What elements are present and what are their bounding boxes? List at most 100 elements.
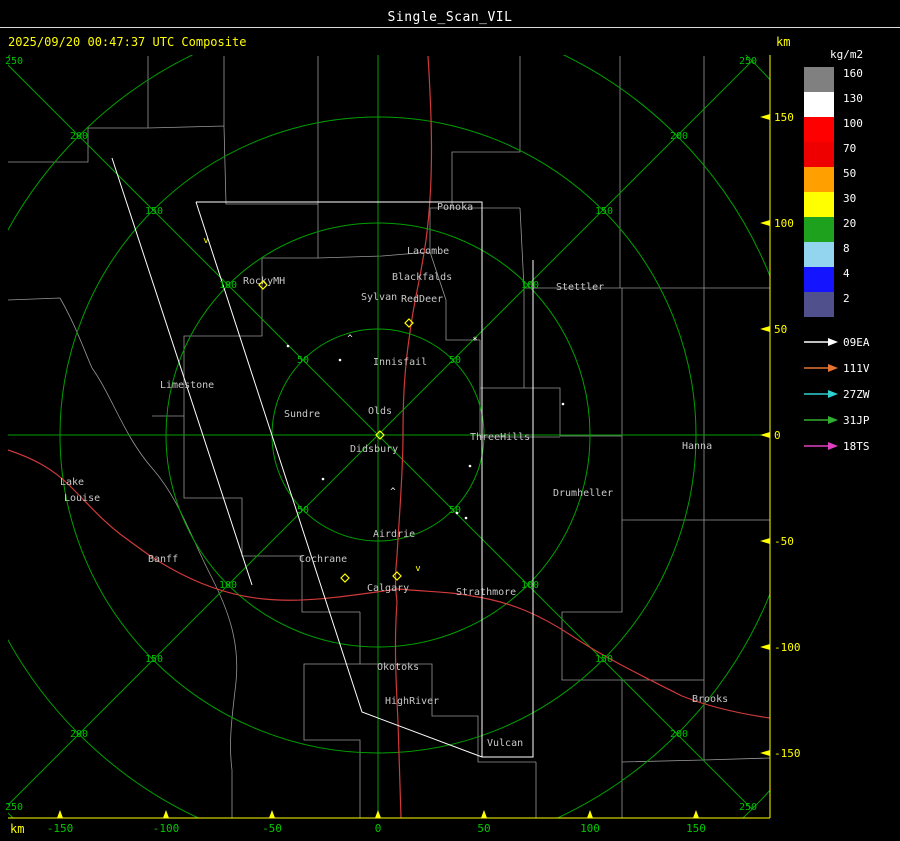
- radar-id-label: 31JP: [843, 413, 870, 427]
- range-ring-label: 50: [449, 355, 461, 366]
- legend-level-row: 70: [804, 142, 898, 167]
- city-label: Drumheller: [553, 488, 613, 499]
- right-axis-tick: [760, 750, 770, 756]
- range-ring-label: 150: [595, 654, 613, 665]
- range-ring-label: 50: [297, 505, 309, 516]
- bottom-axis-tick-label: -50: [262, 822, 282, 835]
- radar-list: 09EA 111V 27ZW 31JP 18TS: [804, 329, 898, 459]
- legend-color-swatch: [804, 167, 834, 192]
- legend-level-row: 2: [804, 292, 898, 317]
- legend-level-value: 8: [843, 242, 850, 255]
- scan-area-outline: [111, 157, 534, 758]
- city-label: Olds: [368, 406, 392, 417]
- radar-legend-row: 09EA: [804, 329, 898, 355]
- station-diamond-marker: [340, 573, 350, 583]
- city-label: Lacombe: [407, 246, 449, 257]
- radar-map-canvas[interactable]: 50 5050 50100 100100 100150 150150 150200 20020…: [0, 0, 900, 841]
- city-label: Calgary: [367, 583, 409, 594]
- radar-legend-row: 31JP: [804, 407, 898, 433]
- city-label: Cochrane: [299, 554, 347, 565]
- legend-color-swatch: [804, 92, 834, 117]
- range-ring-label: 150: [145, 206, 163, 217]
- radar-viewer-window: Single_Scan_VIL 2025/09/20 00:47:37 UTC …: [0, 0, 900, 841]
- city-label: Sylvan: [361, 292, 397, 303]
- right-axis-tick-label: -150: [774, 747, 801, 760]
- legend-panel: kg/m2 160 130 100 70 50 30 20 8 4 2 09EA 111V 27ZW 3…: [804, 48, 898, 459]
- legend-level-value: 20: [843, 217, 857, 230]
- legend-level-value: 70: [843, 142, 857, 155]
- caret-marker: ^: [347, 334, 353, 344]
- right-axis-tick-label: 0: [774, 429, 781, 442]
- city-label: Limestone: [160, 380, 214, 391]
- radar-id-label: 18TS: [843, 439, 870, 453]
- city-label: Vulcan: [487, 738, 523, 749]
- legend-level-row: 8: [804, 242, 898, 267]
- point-marker: [468, 464, 472, 468]
- legend-level-row: 50: [804, 167, 898, 192]
- v-marker: v: [203, 236, 208, 246]
- range-ring-label: 250: [5, 56, 23, 67]
- bottom-axis-tick-label: -150: [47, 822, 74, 835]
- asterisk-marker: *: [472, 336, 477, 346]
- city-label: RedDeer: [401, 294, 443, 305]
- point-marker: [286, 344, 290, 348]
- radar-arrow-icon: [804, 338, 838, 346]
- city-label: Brooks: [692, 694, 728, 705]
- caret-marker: ^: [390, 487, 396, 497]
- city-label: HighRiver: [385, 696, 439, 707]
- range-ring-label: 150: [145, 654, 163, 665]
- city-label: Innisfail: [373, 357, 427, 368]
- city-label: Lake: [60, 477, 84, 488]
- right-axis-tick: [760, 114, 770, 120]
- point-marker: [464, 516, 468, 520]
- right-axis-tick: [760, 326, 770, 332]
- city-label: Blackfalds: [392, 272, 452, 283]
- legend-level-value: 50: [843, 167, 857, 180]
- bottom-axis-tick-label: -100: [153, 822, 180, 835]
- right-axis-tick: [760, 644, 770, 650]
- legend-color-swatch: [804, 292, 834, 317]
- legend-level-value: 2: [843, 292, 850, 305]
- right-axis-tick-label: -100: [774, 641, 801, 654]
- legend-color-swatch: [804, 192, 834, 217]
- city-label: Didsbury: [350, 444, 398, 455]
- radar-legend-row: 111V: [804, 355, 898, 381]
- point-marker: [561, 402, 565, 406]
- legend-level-value: 160: [843, 67, 863, 80]
- city-label: Louise: [64, 493, 100, 504]
- right-axis-tick-label: 50: [774, 323, 787, 336]
- bottom-axis: -150 -100 -50 0 50 100 150: [47, 810, 706, 835]
- point-marker: [455, 511, 459, 515]
- right-axis-tick: [760, 220, 770, 226]
- radar-legend-row: 18TS: [804, 433, 898, 459]
- legend-color-swatch: [804, 117, 834, 142]
- range-ring-label: 200: [70, 131, 88, 142]
- range-rings: [8, 55, 770, 818]
- range-ring-label: 100: [219, 280, 237, 291]
- range-ring-label: 250: [5, 802, 23, 813]
- right-axis-tick-label: 150: [774, 111, 794, 124]
- legend-level-row: 4: [804, 267, 898, 292]
- range-ring-label: 200: [670, 729, 688, 740]
- radar-id-label: 09EA: [843, 335, 870, 349]
- point-marker: [338, 358, 342, 362]
- city-label: Strathmore: [456, 587, 516, 598]
- right-axis-tick-label: -50: [774, 535, 794, 548]
- range-ring-label: 100: [521, 580, 539, 591]
- legend-level-row: 130: [804, 92, 898, 117]
- range-ring-label: 100: [219, 580, 237, 591]
- right-axis-tick: [760, 538, 770, 544]
- legend-color-swatch: [804, 142, 834, 167]
- bottom-axis-tick: [587, 810, 593, 818]
- bottom-axis-tick: [57, 810, 63, 818]
- station-diamond-marker: [392, 571, 402, 581]
- radar-legend-row: 27ZW: [804, 381, 898, 407]
- colorbar: 160 130 100 70 50 30 20 8 4 2: [804, 67, 898, 317]
- city-label: Okotoks: [377, 662, 419, 673]
- v-marker: v: [415, 564, 420, 574]
- range-ring-label: 50: [297, 355, 309, 366]
- bottom-axis-tick: [269, 810, 275, 818]
- right-axis: 150 100 50 0 -50 -100 -150: [760, 111, 801, 760]
- legend-color-swatch: [804, 217, 834, 242]
- city-label: Airdrie: [373, 529, 415, 540]
